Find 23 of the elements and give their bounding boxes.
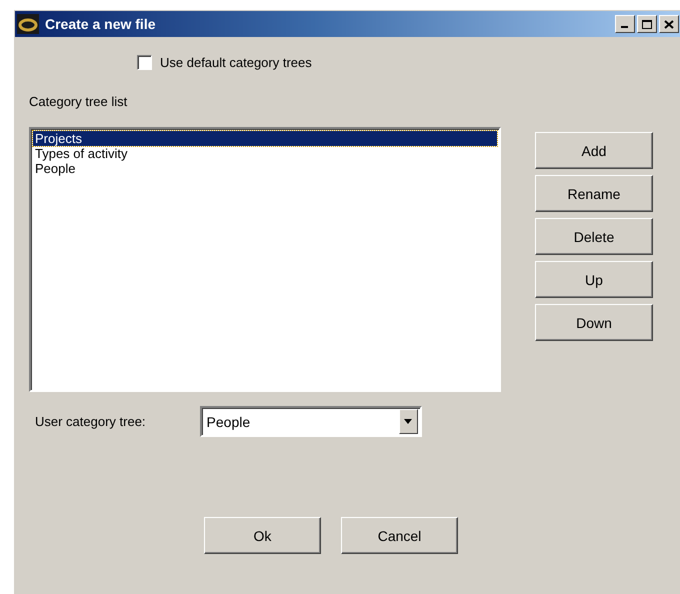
combo-label: User category tree: (35, 414, 146, 429)
dialog-button[interactable]: Ok (204, 517, 321, 554)
dropdown-arrow-icon (404, 419, 412, 424)
category-dropdown[interactable]: People (200, 406, 422, 437)
checkbox[interactable] (137, 55, 152, 70)
side-button[interactable]: Up (535, 261, 653, 298)
list-item[interactable]: Types of activity (33, 146, 497, 161)
list-label: Category tree list (29, 94, 128, 109)
maximize-icon (642, 20, 652, 28)
minimize-button[interactable] (615, 15, 635, 33)
list-item[interactable]: Projects (33, 131, 497, 146)
maximize-button[interactable] (637, 15, 657, 33)
side-button[interactable]: Add (535, 132, 653, 169)
app-logo-icon (17, 14, 39, 34)
side-button[interactable]: Delete (535, 218, 653, 255)
window-title: Create a new file (45, 16, 156, 32)
checkbox-label: Use default category trees (160, 55, 312, 70)
side-button[interactable]: Rename (535, 175, 653, 212)
close-button[interactable] (659, 15, 679, 33)
side-button[interactable]: Down (535, 304, 653, 341)
list-item[interactable]: People (33, 161, 497, 176)
dialog-button[interactable]: Cancel (341, 517, 458, 554)
close-icon (664, 20, 674, 28)
